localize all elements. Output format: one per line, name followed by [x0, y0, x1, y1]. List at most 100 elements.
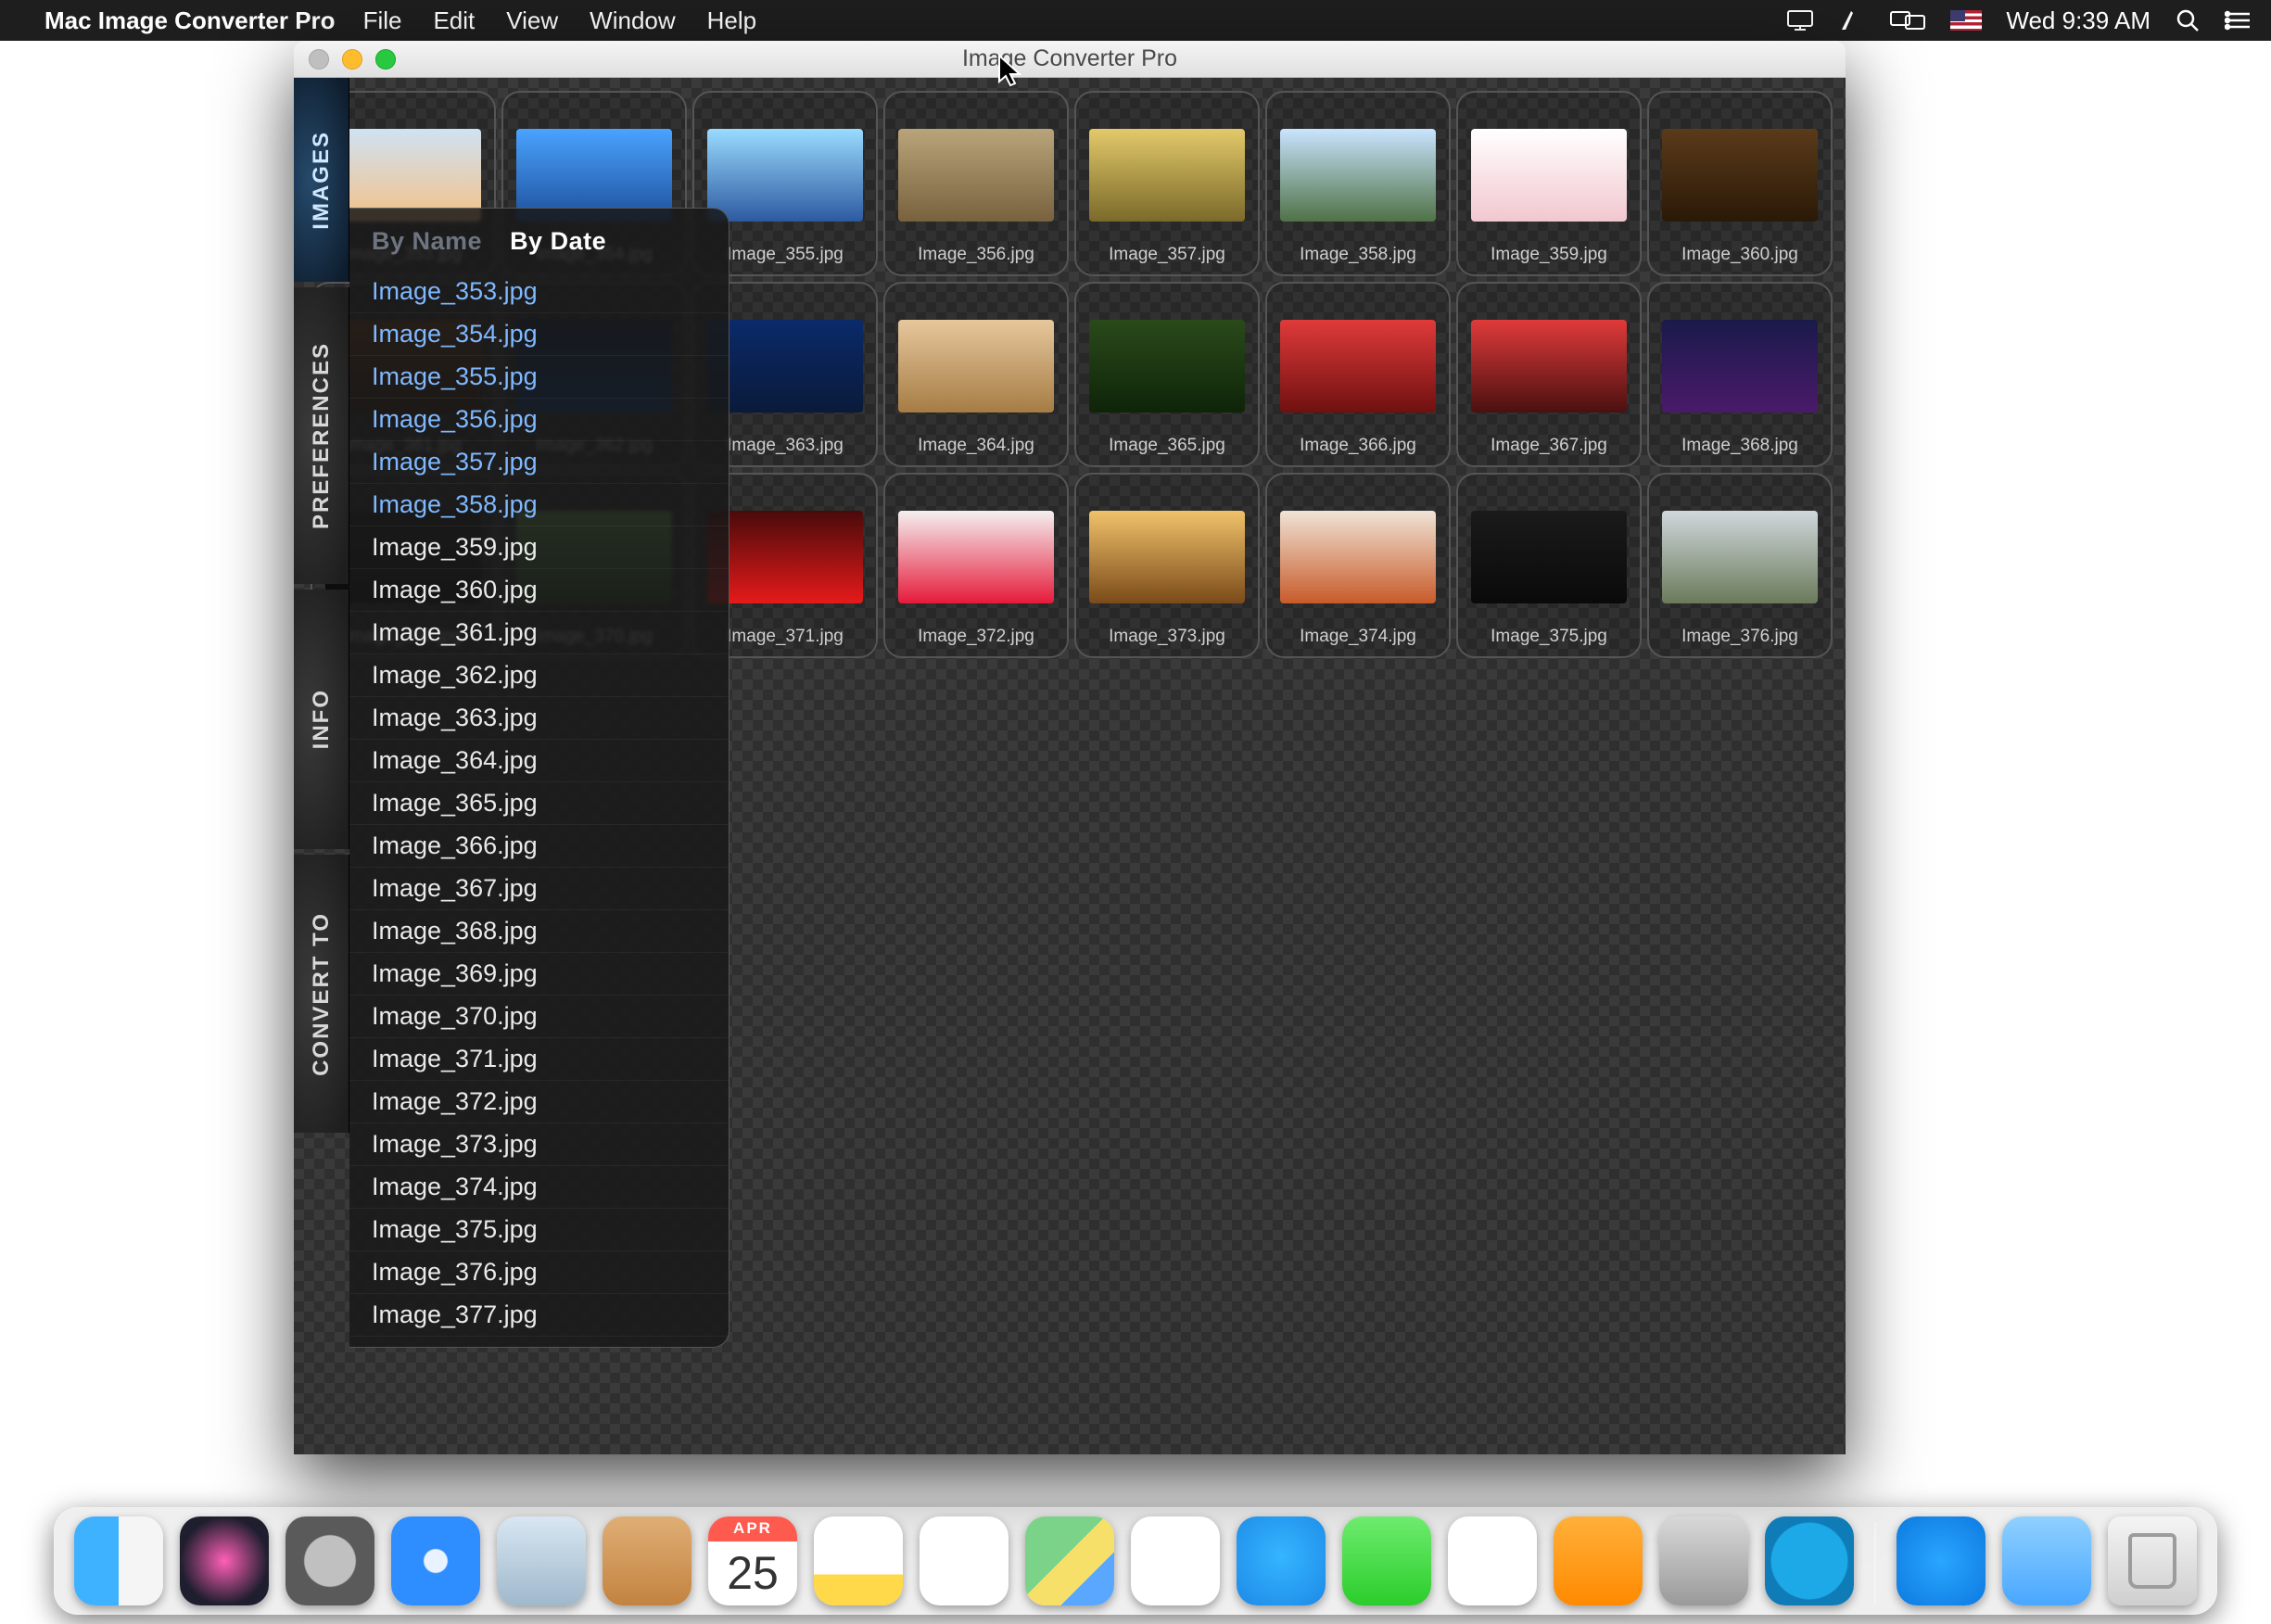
thumbnail-cell[interactable]: Image_359.jpg	[1456, 91, 1642, 276]
thumbnail-cell[interactable]: Image_356.jpg	[883, 91, 1069, 276]
dock-app-contacts[interactable]	[603, 1516, 691, 1605]
thumbnail-filename: Image_359.jpg	[1458, 245, 1640, 265]
thumbnail-filename: Image_365.jpg	[1076, 436, 1258, 456]
titlebar[interactable]: Image Converter Pro	[294, 41, 1846, 78]
notification-center-icon[interactable]	[2225, 9, 2252, 32]
thumbnail-image	[1662, 129, 1818, 222]
image-list-item[interactable]: Image_377.jpg	[349, 1294, 729, 1337]
image-list-item[interactable]: Image_372.jpg	[349, 1081, 729, 1123]
thumbnail-cell[interactable]: Image_357.jpg	[1074, 91, 1260, 276]
image-list-item[interactable]: Image_370.jpg	[349, 996, 729, 1038]
image-list-item[interactable]: Image_368.jpg	[349, 910, 729, 953]
image-list-item[interactable]: Image_371.jpg	[349, 1038, 729, 1081]
menu-edit[interactable]: Edit	[433, 6, 475, 35]
thumbnail-image	[1662, 511, 1818, 603]
app-menu[interactable]: Mac Image Converter Pro	[44, 6, 336, 35]
dock-separator	[1874, 1522, 1876, 1605]
dock-app-safari[interactable]	[391, 1516, 480, 1605]
menu-file[interactable]: File	[363, 6, 402, 35]
thumbnail-filename: Image_373.jpg	[1076, 627, 1258, 647]
menu-help[interactable]: Help	[707, 6, 756, 35]
status-tool-icon[interactable]	[1839, 8, 1865, 32]
status-input-flag[interactable]	[1950, 10, 1982, 31]
dock-app-trash[interactable]	[2108, 1516, 2197, 1605]
image-list-item[interactable]: Image_369.jpg	[349, 953, 729, 996]
thumbnail-cell[interactable]: Image_375.jpg	[1456, 473, 1642, 658]
thumbnail-filename: Image_376.jpg	[1649, 627, 1831, 647]
side-tab-info[interactable]: INFO	[294, 590, 349, 849]
thumbnail-cell[interactable]: Image_358.jpg	[1265, 91, 1451, 276]
side-tabs: IMAGES PREFERENCES INFO CONVERT TO	[294, 78, 349, 1454]
dock-app-image-converter-pro[interactable]	[1765, 1516, 1854, 1605]
thumbnail-filename: Image_356.jpg	[885, 245, 1067, 265]
status-screens-icon[interactable]	[1889, 8, 1926, 32]
dock-app-maps[interactable]	[1025, 1516, 1114, 1605]
image-list-item[interactable]: Image_359.jpg	[349, 527, 729, 569]
image-list-item[interactable]: Image_358.jpg	[349, 484, 729, 527]
dock-app-facetime[interactable]	[1342, 1516, 1431, 1605]
dock-app-mail[interactable]	[497, 1516, 586, 1605]
menu-view[interactable]: View	[506, 6, 558, 35]
dock-app-notes[interactable]	[814, 1516, 903, 1605]
thumbnail-image	[707, 129, 863, 222]
image-list-item[interactable]: Image_360.jpg	[349, 569, 729, 612]
image-list-item[interactable]: Image_366.jpg	[349, 825, 729, 868]
menu-window[interactable]: Window	[590, 6, 675, 35]
image-list-item[interactable]: Image_363.jpg	[349, 697, 729, 740]
side-tab-label: PREFERENCES	[309, 342, 335, 529]
dock-app-finder[interactable]	[74, 1516, 163, 1605]
thumbnail-cell[interactable]: Image_373.jpg	[1074, 473, 1260, 658]
image-list-item[interactable]: Image_373.jpg	[349, 1123, 729, 1166]
image-list-item[interactable]: Image_361.jpg	[349, 612, 729, 654]
image-list-item[interactable]: Image_353.jpg	[349, 271, 729, 313]
dock-app-system-preferences[interactable]	[1659, 1516, 1748, 1605]
thumbnail-filename: Image_368.jpg	[1649, 436, 1831, 456]
calendar-day: 25	[708, 1542, 797, 1605]
dock-app-launchpad[interactable]	[285, 1516, 374, 1605]
dock-app-downloads[interactable]	[2002, 1516, 2091, 1605]
thumbnail-cell[interactable]: Image_366.jpg	[1265, 282, 1451, 467]
dock-app-app-store[interactable]	[1897, 1516, 1986, 1605]
spotlight-icon[interactable]	[2175, 7, 2201, 33]
thumbnail-cell[interactable]: Image_365.jpg	[1074, 282, 1260, 467]
app-window: Image Converter Pro IMAGES PREFERENCES INF…	[294, 41, 1846, 1454]
menubar-clock[interactable]: Wed 9:39 AM	[2006, 6, 2150, 35]
image-list-item[interactable]: Image_376.jpg	[349, 1251, 729, 1294]
image-list-item[interactable]: Image_375.jpg	[349, 1209, 729, 1251]
dock-app-calendar[interactable]: APR25	[708, 1516, 797, 1605]
dock-app-ibooks[interactable]	[1554, 1516, 1643, 1605]
thumbnail-cell[interactable]: Image_376.jpg	[1647, 473, 1833, 658]
thumbnail-cell[interactable]: Image_367.jpg	[1456, 282, 1642, 467]
thumbnail-filename: Image_375.jpg	[1458, 627, 1640, 647]
sort-by-date[interactable]: By Date	[510, 227, 606, 256]
status-display-icon[interactable]	[1785, 8, 1815, 32]
side-tab-convert-to[interactable]: CONVERT TO	[294, 855, 349, 1133]
thumbnail-cell[interactable]: Image_372.jpg	[883, 473, 1069, 658]
side-tab-images[interactable]: IMAGES	[294, 78, 349, 282]
thumbnail-cell[interactable]: Image_374.jpg	[1265, 473, 1451, 658]
dock-app-itunes[interactable]	[1448, 1516, 1537, 1605]
thumbnail-cell[interactable]: Image_368.jpg	[1647, 282, 1833, 467]
image-list-item[interactable]: Image_362.jpg	[349, 654, 729, 697]
thumbnail-image	[1280, 511, 1436, 603]
image-list-item[interactable]: Image_354.jpg	[349, 313, 729, 356]
image-list-item[interactable]: Image_355.jpg	[349, 356, 729, 399]
image-list-item[interactable]: Image_378.jpg	[349, 1337, 729, 1348]
dock-app-siri[interactable]	[180, 1516, 269, 1605]
image-list-item[interactable]: Image_367.jpg	[349, 868, 729, 910]
dock-app-messages[interactable]	[1237, 1516, 1326, 1605]
side-tab-preferences[interactable]: PREFERENCES	[294, 287, 349, 584]
dock-app-photos[interactable]	[1131, 1516, 1220, 1605]
image-list-item[interactable]: Image_357.jpg	[349, 441, 729, 484]
thumbnail-cell[interactable]: Image_364.jpg	[883, 282, 1069, 467]
image-list-item[interactable]: Image_364.jpg	[349, 740, 729, 782]
thumbnail-filename: Image_358.jpg	[1267, 245, 1449, 265]
image-list-item[interactable]: Image_374.jpg	[349, 1166, 729, 1209]
image-list-item[interactable]: Image_356.jpg	[349, 399, 729, 441]
thumbnail-cell[interactable]: Image_360.jpg	[1647, 91, 1833, 276]
sort-by-name[interactable]: By Name	[372, 227, 482, 256]
image-list-item[interactable]: Image_365.jpg	[349, 782, 729, 825]
thumbnail-image	[1280, 320, 1436, 412]
image-list[interactable]: Image_353.jpgImage_354.jpgImage_355.jpgI…	[349, 271, 729, 1348]
dock-app-reminders[interactable]	[920, 1516, 1009, 1605]
